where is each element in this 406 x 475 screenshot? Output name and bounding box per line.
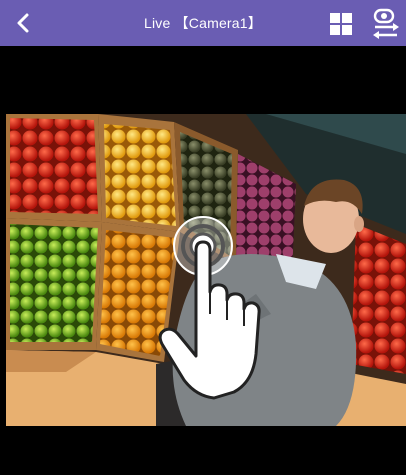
live-video-feed[interactable] xyxy=(6,114,406,426)
camera-switch-button[interactable] xyxy=(371,8,401,40)
app-header: Live 【Camera1】 xyxy=(0,0,406,46)
grid-layout-icon xyxy=(330,13,352,35)
camera-switch-icon xyxy=(373,8,399,39)
bottom-black-area xyxy=(0,426,406,475)
video-frame-image xyxy=(6,114,406,426)
grid-layout-button[interactable] xyxy=(330,13,352,35)
